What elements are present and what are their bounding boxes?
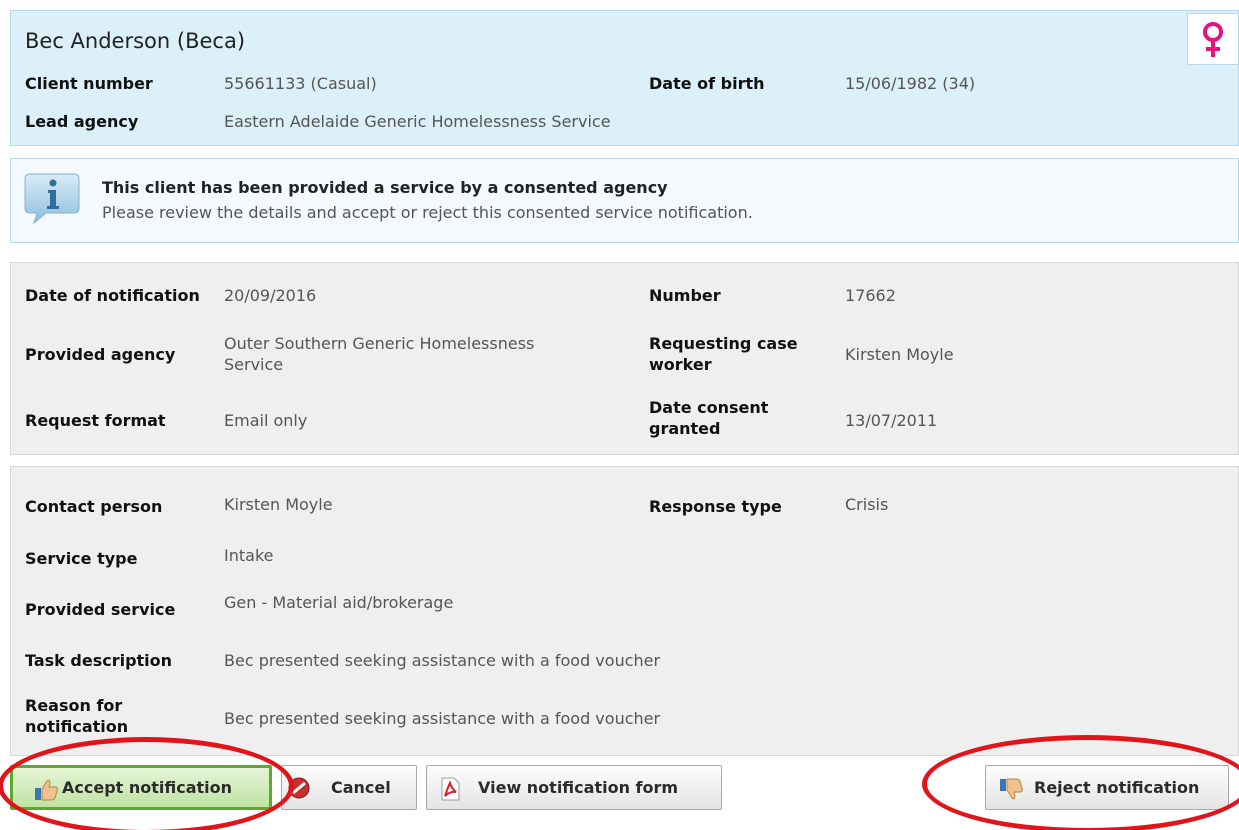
female-icon — [1203, 22, 1223, 57]
reason-for-notification-label: Reason for notification — [25, 695, 128, 737]
view-notification-form-button[interactable]: View notification form — [426, 765, 722, 810]
notification-details-panel: Date of notification 20/09/2016 Number 1… — [10, 262, 1239, 455]
pdf-icon — [441, 777, 460, 801]
date-of-notification-label: Date of notification — [25, 286, 200, 305]
provided-service-value: Gen - Material aid/brokerage — [224, 593, 454, 612]
lead-agency-label: Lead agency — [25, 112, 139, 131]
reason-label-line2: notification — [25, 717, 129, 736]
thumbs-up-icon — [35, 779, 58, 801]
requesting-case-worker-label-line1: Requesting case — [649, 334, 798, 353]
task-description-label: Task description — [25, 651, 173, 670]
service-type-value: Intake — [224, 546, 274, 565]
request-format-value: Email only — [224, 411, 308, 430]
client-number-label: Client number — [25, 74, 153, 93]
reason-label-line1: Reason for — [25, 696, 123, 715]
info-notice-panel: This client has been provided a service … — [10, 158, 1239, 243]
reject-button-label: Reject notification — [1034, 778, 1200, 797]
contact-person-label: Contact person — [25, 497, 163, 516]
date-consent-label-line1: Date consent — [649, 398, 769, 417]
provided-agency-line2: Service — [224, 355, 284, 374]
reason-for-notification-value: Bec presented seeking assistance with a … — [224, 709, 661, 728]
thumbs-down-icon — [1000, 778, 1023, 800]
requesting-case-worker-value: Kirsten Moyle — [845, 345, 954, 364]
cancel-button-label: Cancel — [331, 778, 391, 797]
response-type-value: Crisis — [845, 495, 889, 514]
response-type-label: Response type — [649, 497, 782, 516]
contact-person-value: Kirsten Moyle — [224, 495, 333, 514]
view-form-button-label: View notification form — [478, 778, 679, 797]
number-label: Number — [649, 286, 721, 305]
provided-service-label: Provided service — [25, 600, 176, 619]
provided-agency-label: Provided agency — [25, 345, 176, 364]
requesting-case-worker-label-line2: worker — [649, 355, 712, 374]
provided-agency-line1: Outer Southern Generic Homelessness — [224, 334, 535, 353]
date-of-notification-value: 20/09/2016 — [224, 286, 317, 305]
accept-notification-button[interactable]: Accept notification — [10, 765, 272, 810]
date-of-birth-label: Date of birth — [649, 74, 765, 93]
reject-notification-button[interactable]: Reject notification — [985, 765, 1229, 810]
client-header-panel: Bec Anderson (Beca) Client number 556611… — [10, 10, 1239, 146]
provided-agency-value: Outer Southern Generic Homelessness Serv… — [224, 333, 534, 375]
info-icon — [24, 173, 80, 225]
lead-agency-value: Eastern Adelaide Generic Homelessness Se… — [224, 112, 611, 131]
accept-button-label: Accept notification — [62, 778, 233, 797]
info-title: This client has been provided a service … — [102, 178, 668, 197]
date-consent-granted-value: 13/07/2011 — [845, 411, 938, 430]
service-details-panel: Contact person Kirsten Moyle Response ty… — [10, 466, 1239, 756]
client-name: Bec Anderson (Beca) — [25, 29, 246, 53]
request-format-label: Request format — [25, 411, 166, 430]
cancel-button[interactable]: Cancel — [281, 765, 417, 810]
requesting-case-worker-label: Requesting case worker — [649, 333, 798, 375]
date-of-birth-value: 15/06/1982 (34) — [845, 74, 976, 93]
number-value: 17662 — [845, 286, 896, 305]
service-type-label: Service type — [25, 549, 138, 568]
info-text: Please review the details and accept or … — [102, 203, 753, 222]
cancel-icon — [288, 777, 310, 799]
task-description-value: Bec presented seeking assistance with a … — [224, 651, 661, 670]
date-consent-granted-label: Date consent granted — [649, 397, 768, 439]
date-consent-label-line2: granted — [649, 419, 721, 438]
client-number-value: 55661133 (Casual) — [224, 74, 377, 93]
gender-indicator — [1187, 13, 1239, 65]
